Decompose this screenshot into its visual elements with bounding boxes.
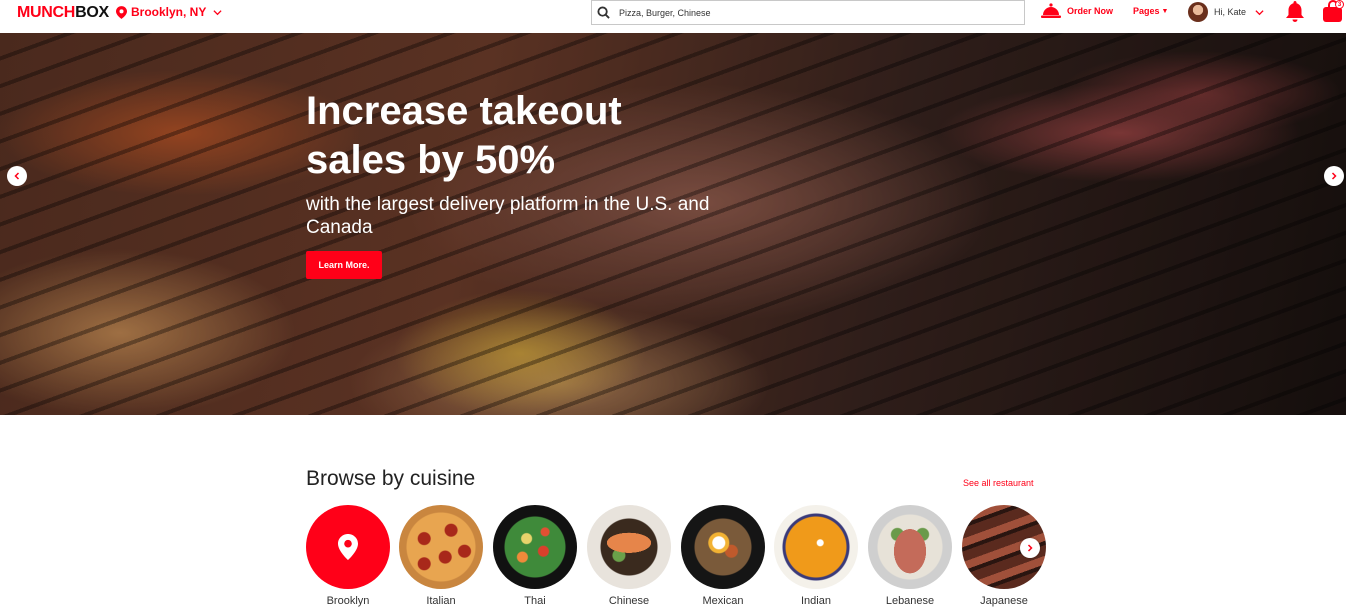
mexican-bowl-image: [681, 505, 765, 589]
search-input[interactable]: [619, 7, 1024, 18]
carousel-prev-button[interactable]: [7, 166, 27, 186]
chevron-right-icon: [1027, 544, 1033, 552]
pizza-image: [399, 505, 483, 589]
chevron-left-icon: [14, 172, 20, 180]
order-now-label: Order Now: [1067, 6, 1114, 16]
notification-bell-icon[interactable]: [1285, 1, 1305, 23]
location-label: Brooklyn, NY: [131, 5, 207, 19]
location-selector[interactable]: Brooklyn, NY: [116, 5, 222, 19]
cart-count-badge: 3: [1335, 0, 1344, 9]
caret-down-icon: ▼: [1161, 7, 1169, 15]
munchbox-logo[interactable]: MUNCHBOX: [17, 4, 109, 22]
chevron-down-icon: [1255, 9, 1264, 15]
cuisine-label: Mexican: [702, 595, 744, 607]
cuisine-section-title: Browse by cuisine: [306, 467, 476, 490]
learn-more-button[interactable]: Learn More.: [306, 251, 382, 279]
carousel-next-button[interactable]: [1324, 166, 1344, 186]
lebanese-dish-image: [868, 505, 952, 589]
food-cloche-icon: [1041, 3, 1061, 18]
indian-soup-image: [774, 505, 858, 589]
cuisine-next-button[interactable]: [1020, 538, 1040, 558]
cuisine-label: Japanese: [980, 595, 1028, 607]
cart-button[interactable]: 3: [1322, 0, 1344, 24]
cuisine-label: Thai: [524, 595, 546, 607]
thai-salad-image: [493, 505, 577, 589]
search-bar[interactable]: [591, 0, 1025, 25]
chevron-down-icon: [213, 9, 222, 15]
chinese-dish-image: [587, 505, 671, 589]
pages-menu[interactable]: Pages ▼: [1133, 6, 1168, 16]
cuisine-item-italian[interactable]: Italian: [399, 505, 483, 607]
cuisine-item-brooklyn[interactable]: Brooklyn: [306, 505, 390, 607]
order-now-button[interactable]: Order Now: [1041, 3, 1113, 19]
logo-box: BOX: [75, 4, 109, 21]
pages-label: Pages: [1133, 6, 1160, 16]
cuisine-label: Indian: [801, 595, 831, 607]
hero-subtitle: with the largest delivery platform in th…: [306, 194, 710, 238]
see-all-restaurant-link[interactable]: See all restaurant: [963, 478, 1034, 488]
top-navbar: MUNCHBOX Brooklyn, NY Order Now Pages ▼ …: [0, 0, 1346, 33]
hero-banner: Increase takeout sales by 50% with the l…: [0, 33, 1346, 415]
cuisine-label: Lebanese: [885, 595, 935, 607]
cuisine-item-lebanese[interactable]: Lebanese: [868, 505, 952, 607]
cuisine-item-indian[interactable]: Indian: [774, 505, 858, 607]
cuisine-image: [306, 505, 390, 589]
cuisine-label: Chinese: [608, 595, 650, 607]
cuisine-item-chinese[interactable]: Chinese: [587, 505, 671, 607]
avatar: [1188, 2, 1208, 22]
user-greeting: Hi, Kate: [1214, 7, 1247, 17]
search-icon: [597, 6, 610, 19]
logo-munch: MUNCH: [17, 4, 76, 21]
cuisine-label: Brooklyn: [326, 595, 370, 607]
chevron-right-icon: [1331, 172, 1337, 180]
cuisine-item-mexican[interactable]: Mexican: [681, 505, 765, 607]
map-pin-icon: [338, 534, 358, 560]
cuisine-label: Italian: [426, 595, 456, 607]
cuisine-item-thai[interactable]: Thai: [493, 505, 577, 607]
map-pin-icon: [116, 5, 127, 19]
user-menu[interactable]: Hi, Kate: [1188, 2, 1264, 22]
hero-title: Increase takeout sales by 50%: [306, 89, 622, 182]
